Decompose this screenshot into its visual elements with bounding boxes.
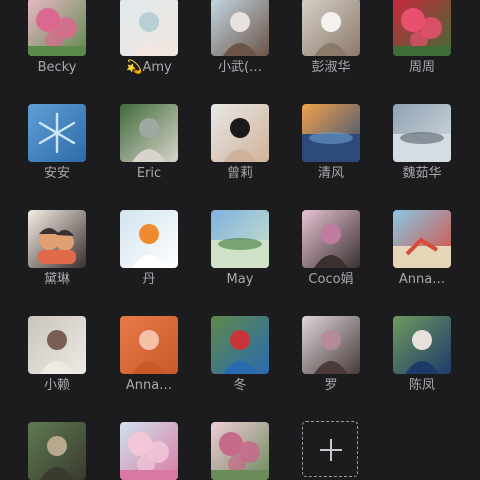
contact-name: 💫Amy: [126, 60, 172, 75]
landscape-photo-icon: [211, 210, 269, 268]
contact-tile[interactable]: 陈凤: [393, 316, 451, 393]
contact-name: Anna…: [125, 378, 173, 393]
contact-tile[interactable]: 周周: [393, 0, 451, 75]
contact-tile[interactable]: Becky: [28, 0, 86, 75]
cartoon-photo-icon: [28, 210, 86, 268]
flower-photo-icon: [28, 0, 86, 56]
contact-tile[interactable]: Anna…: [120, 316, 178, 393]
portrait-photo-icon: [120, 210, 178, 268]
contact-grid: Becky 💫Amy 小武(… 彭淑华 周周 安安 Eric 曾莉 清风 魏茹华…: [0, 0, 480, 480]
contact-name: 安安: [43, 166, 70, 181]
contact-name: 魏茹华: [402, 166, 442, 181]
contact-name: Coco娟: [308, 272, 354, 287]
contact-tile[interactable]: 清风: [302, 104, 360, 181]
contact-tile[interactable]: 小赖: [28, 316, 86, 393]
contact-name: Anna…: [398, 272, 446, 287]
portrait-photo-icon: [302, 0, 360, 56]
contact-name: 周周: [408, 60, 435, 75]
contact-tile[interactable]: Coco娟: [302, 210, 360, 287]
contact-tile[interactable]: 安安: [28, 104, 86, 181]
contact-name: 罗: [324, 378, 338, 393]
portrait-photo-icon: [120, 104, 178, 162]
contact-name: 黛琳: [43, 272, 70, 287]
contact-tile[interactable]: 丹: [120, 210, 178, 287]
contact-tile[interactable]: Eric: [120, 104, 178, 181]
contact-tile[interactable]: [120, 422, 178, 480]
contact-tile[interactable]: [211, 422, 269, 480]
landscape-photo-icon: [393, 104, 451, 162]
flower-photo-icon: [393, 0, 451, 56]
portrait-photo-icon: [211, 316, 269, 374]
portrait-photo-icon: [302, 210, 360, 268]
add-contact-button[interactable]: [302, 421, 358, 477]
contact-tile[interactable]: 罗: [302, 316, 360, 393]
contact-tile[interactable]: 💫Amy: [120, 0, 178, 75]
contact-name: 清风: [317, 166, 344, 181]
landscape-photo-icon: [302, 104, 360, 162]
portrait-photo-icon: [28, 422, 86, 480]
snowflake-photo-icon: [28, 104, 86, 162]
flower-photo-icon: [211, 422, 269, 480]
contact-name: 彭淑华: [311, 60, 351, 75]
beach-photo-icon: [393, 210, 451, 268]
portrait-photo-icon: [120, 0, 178, 56]
flower-photo-icon: [120, 422, 178, 480]
contact-name: 陈凤: [408, 378, 435, 393]
contact-name: 曾莉: [226, 166, 253, 181]
contact-name: Eric: [136, 166, 162, 181]
portrait-photo-icon: [120, 316, 178, 374]
plus-icon: [303, 422, 357, 476]
contact-name: 小赖: [43, 378, 70, 393]
contact-name: 小武(…: [217, 60, 263, 75]
contact-tile[interactable]: 魏茹华: [393, 104, 451, 181]
portrait-photo-icon: [211, 0, 269, 56]
contact-tile[interactable]: 冬: [211, 316, 269, 393]
portrait-photo-icon: [211, 104, 269, 162]
contact-name: 丹: [142, 272, 156, 287]
portrait-photo-icon: [393, 316, 451, 374]
portrait-photo-icon: [28, 316, 86, 374]
contact-tile[interactable]: 小武(…: [211, 0, 269, 75]
contact-tile[interactable]: 彭淑华: [302, 0, 360, 75]
contact-tile[interactable]: 黛琳: [28, 210, 86, 287]
contact-tile[interactable]: Anna…: [393, 210, 451, 287]
portrait-photo-icon: [302, 316, 360, 374]
contact-tile[interactable]: [28, 422, 86, 480]
contact-name: May: [226, 272, 254, 287]
contact-name: 冬: [233, 378, 247, 393]
contact-tile[interactable]: 曾莉: [211, 104, 269, 181]
contact-tile[interactable]: May: [211, 210, 269, 287]
contact-name: Becky: [37, 60, 77, 75]
